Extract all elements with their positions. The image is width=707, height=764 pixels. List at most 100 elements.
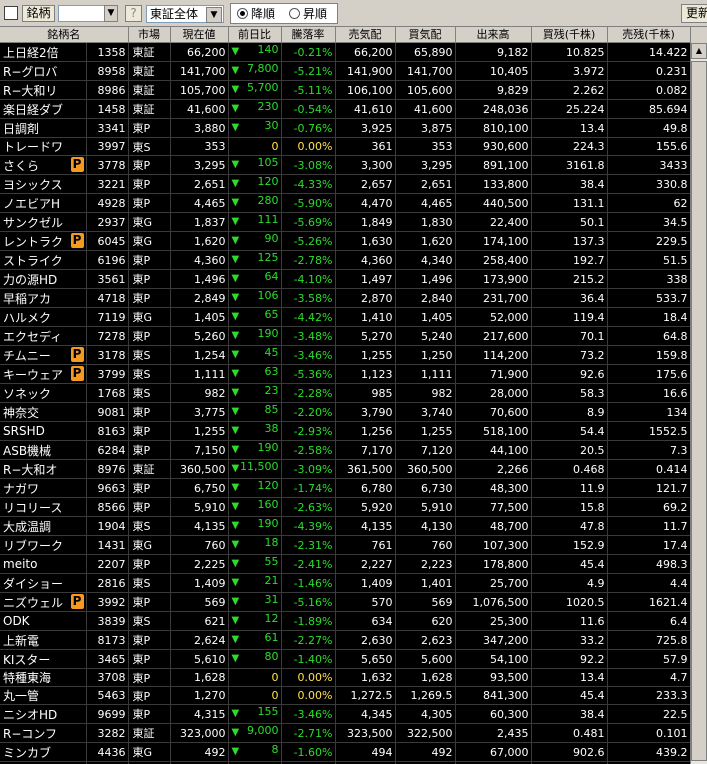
scrollbar-thumb[interactable] bbox=[691, 61, 707, 761]
stock-name-text[interactable]: meito bbox=[3, 557, 37, 571]
p-badge-icon[interactable]: P bbox=[70, 366, 84, 381]
table-row[interactable]: ストライク 6196 東P 4,360 ▼ 125 -2.78% 4,360 4,340 258,… bbox=[0, 250, 691, 270]
stock-name-text[interactable]: R−大和リ bbox=[3, 84, 57, 98]
table-row[interactable]: ODK 3839 東S 621 ▼ 12 -1.89% 634 620 25,300 11.6 6.4 bbox=[0, 611, 691, 631]
column-header[interactable]: 銘柄名 bbox=[0, 27, 129, 43]
stock-name-text[interactable]: ニズウェル bbox=[3, 596, 63, 610]
stock-name-text[interactable]: 丸一管 bbox=[3, 689, 39, 703]
help-button[interactable]: ? bbox=[125, 5, 142, 22]
table-row[interactable]: 上新電 8173 東P 2,624 ▼ 61 -2.27% 2,630 2,623 347,200… bbox=[0, 630, 691, 650]
stock-name-text[interactable]: 大成温調 bbox=[3, 520, 51, 534]
column-header[interactable]: 市場 bbox=[128, 27, 171, 43]
chevron-down-icon[interactable]: ▼ bbox=[206, 7, 222, 23]
stock-name-text[interactable]: チムニー bbox=[3, 349, 51, 363]
table-row[interactable]: R−グロバ 8958 東証 141,700 ▼ 7,800 -5.21% 141,900 141… bbox=[0, 61, 691, 81]
table-row[interactable]: キーウェア P 3799 東S 1,111 ▼ 63 -5.36% 1,123 1,111 71,9… bbox=[0, 364, 691, 384]
stock-name-text[interactable]: サンクゼル bbox=[3, 216, 63, 230]
table-row[interactable]: 神奈交 9081 東P 3,775 ▼ 85 -2.20% 3,790 3,740 70,600 8… bbox=[0, 402, 691, 422]
column-header[interactable]: 前日比 bbox=[228, 27, 282, 43]
table-row[interactable]: ナガワ 9663 東P 6,750 ▼ 120 -1.74% 6,780 6,730 48,300… bbox=[0, 478, 691, 498]
stock-name-text[interactable]: トレードワ bbox=[3, 140, 63, 154]
p-badge-icon[interactable]: P bbox=[70, 233, 84, 248]
table-row[interactable]: 上日経2倍 1358 東証 66,200 ▼ 140 -0.21% 66,200 65,890 9… bbox=[0, 42, 691, 62]
table-row[interactable]: 丸一管 5463 東P 1,270 0 0.00% 1,272.5 1,269.5 841,30… bbox=[0, 686, 691, 705]
table-row[interactable]: R−大和リ 8986 東証 105,700 ▼ 5,700 -5.11% 106,100 105… bbox=[0, 80, 691, 100]
stock-name-text[interactable]: ハルメク bbox=[3, 311, 51, 325]
p-badge-icon[interactable]: P bbox=[70, 347, 84, 362]
column-header[interactable]: 買残(千株) bbox=[531, 27, 608, 43]
table-row[interactable]: ニシオHD 9699 東P 4,315 ▼ 155 -3.46% 4,345 4,305 60,3… bbox=[0, 704, 691, 724]
stock-name-text[interactable]: R−グロバ bbox=[3, 65, 57, 79]
brand-label-button[interactable]: 銘柄 bbox=[22, 5, 55, 22]
stock-name-text[interactable]: ダイショー bbox=[3, 577, 63, 591]
table-row[interactable]: サンクゼル 2937 東G 1,837 ▼ 111 -5.69% 1,849 1,830 22,4… bbox=[0, 212, 691, 232]
table-row[interactable]: R−大和オ 8976 東証 360,500 ▼ 11,500 -3.09% 361,500 36… bbox=[0, 459, 691, 479]
table-row[interactable]: 日調剤 3341 東P 3,880 ▼ 30 -0.76% 3,925 3,875 810,100… bbox=[0, 118, 691, 138]
stock-name-text[interactable]: エクセディ bbox=[3, 330, 62, 344]
table-row[interactable]: 早稲アカ 4718 東P 2,849 ▼ 106 -3.58% 2,870 2,840 231,7… bbox=[0, 288, 691, 308]
stock-name-text[interactable]: ソネック bbox=[3, 387, 51, 401]
stock-name-text[interactable]: R−コンフ bbox=[3, 727, 57, 741]
table-row[interactable]: ハルメク 7119 東G 1,405 ▼ 65 -4.42% 1,410 1,405 52,000… bbox=[0, 307, 691, 327]
stock-name-text[interactable]: ODK bbox=[3, 614, 30, 628]
stock-name-text[interactable]: ニシオHD bbox=[3, 708, 57, 722]
stock-name-text[interactable]: ヨシックス bbox=[3, 178, 63, 192]
table-row[interactable]: チムニー P 3178 東S 1,254 ▼ 45 -3.46% 1,255 1,250 114,2… bbox=[0, 345, 691, 365]
stock-name-text[interactable]: KIスター bbox=[3, 653, 50, 667]
refresh-button[interactable]: 更新 bbox=[681, 4, 707, 23]
table-row[interactable]: ミンカブ 4436 東G 492 ▼ 8 -1.60% 494 492 67,000 902.6 43… bbox=[0, 742, 691, 762]
market-select[interactable]: 東証全体 ▼ bbox=[146, 5, 224, 23]
table-row[interactable]: ダイショー 2816 東S 1,409 ▼ 21 -1.46% 1,409 1,401 25,70… bbox=[0, 573, 691, 593]
column-header[interactable]: 騰落率 bbox=[281, 27, 336, 43]
stock-name-text[interactable]: R−大和オ bbox=[3, 463, 57, 477]
p-badge-icon[interactable]: P bbox=[70, 157, 84, 172]
table-row[interactable]: SRSHD 8163 東P 1,255 ▼ 38 -2.93% 1,256 1,255 518,1… bbox=[0, 421, 691, 441]
stock-name-text[interactable]: ナガワ bbox=[3, 482, 39, 496]
table-row[interactable]: ヨシックス 3221 東P 2,651 ▼ 120 -4.33% 2,657 2,651 133,… bbox=[0, 174, 691, 194]
stock-name-text[interactable]: 楽日経ダブ bbox=[3, 103, 63, 117]
table-row[interactable]: リコリース 8566 東P 5,910 ▼ 160 -2.63% 5,920 5,910 77,5… bbox=[0, 497, 691, 517]
table-row[interactable]: さくら P 3778 東P 3,295 ▼ 105 -3.08% 3,300 3,295 891,1… bbox=[0, 155, 691, 175]
table-row[interactable]: エクセディ 7278 東P 5,260 ▼ 190 -3.48% 5,270 5,240 217,… bbox=[0, 326, 691, 346]
stock-name-text[interactable]: ASB機械 bbox=[3, 444, 51, 458]
stock-name-text[interactable]: 早稲アカ bbox=[3, 292, 51, 306]
table-row[interactable]: 楽日経ダブ 1458 東証 41,600 ▼ 230 -0.54% 41,610 41,600 2… bbox=[0, 99, 691, 119]
stock-name-text[interactable]: ノエビアH bbox=[3, 197, 60, 211]
stock-name-text[interactable]: リブワーク bbox=[3, 539, 63, 553]
table-row[interactable]: KIスター 3465 東P 5,610 ▼ 80 -1.40% 5,650 5,600 54,10… bbox=[0, 649, 691, 669]
table-row[interactable]: 大成温調 1904 東S 4,135 ▼ 190 -4.39% 4,135 4,130 48,70… bbox=[0, 516, 691, 536]
table-row[interactable]: ソネック 1768 東S 982 ▼ 23 -2.28% 985 982 28,000 58.3 16… bbox=[0, 383, 691, 403]
table-row[interactable]: トレードワ 3997 東S 353 0 0.00% 361 353 930,600 224.3 15… bbox=[0, 137, 691, 156]
table-row[interactable]: ニズウェル P 3992 東P 569 ▼ 31 -5.16% 570 569 1,076,500 1… bbox=[0, 592, 691, 612]
table-row[interactable]: ASB機械 6284 東P 7,150 ▼ 190 -2.58% 7,170 7,120 44,1… bbox=[0, 440, 691, 460]
sort-desc-radio[interactable]: 降順 bbox=[237, 7, 275, 21]
stock-name-text[interactable]: 上日経2倍 bbox=[3, 46, 59, 60]
stock-name-text[interactable]: 力の源HD bbox=[3, 273, 57, 287]
stock-name-text[interactable]: さくら bbox=[3, 159, 39, 173]
column-header[interactable]: 売気配 bbox=[335, 27, 396, 43]
stock-name-text[interactable]: 特種東海 bbox=[3, 671, 51, 685]
stock-name-text[interactable]: 神奈交 bbox=[3, 406, 39, 420]
chevron-down-icon[interactable]: ▼ bbox=[104, 5, 118, 22]
table-row[interactable]: レントラク P 6045 東G 1,620 ▼ 90 -5.26% 1,630 1,620 174,… bbox=[0, 231, 691, 251]
stock-name-text[interactable]: 日調剤 bbox=[3, 122, 39, 136]
stock-name-text[interactable]: キーウェア bbox=[3, 368, 63, 382]
vertical-scrollbar[interactable]: ▲ bbox=[690, 27, 707, 764]
column-header[interactable]: 売残(千株) bbox=[607, 27, 691, 43]
stock-name-text[interactable]: SRSHD bbox=[3, 424, 45, 438]
table-row[interactable]: リブワーク 1431 東G 760 ▼ 18 -2.31% 761 760 107,300 152.… bbox=[0, 535, 691, 555]
table-row[interactable]: meito 2207 東P 2,225 ▼ 55 -2.41% 2,227 2,223 178,8… bbox=[0, 554, 691, 574]
stock-name-text[interactable]: ストライク bbox=[3, 254, 63, 268]
column-header[interactable]: 出来高 bbox=[455, 27, 532, 43]
table-row[interactable]: ノエビアH 4928 東P 4,465 ▼ 280 -5.90% 4,470 4,465 440,… bbox=[0, 193, 691, 213]
select-checkbox[interactable] bbox=[4, 6, 18, 20]
column-header[interactable]: 買気配 bbox=[395, 27, 456, 43]
column-header[interactable]: 現在値 bbox=[170, 27, 229, 43]
table-row[interactable]: 力の源HD 3561 東P 1,496 ▼ 64 -4.10% 1,497 1,496 173,9… bbox=[0, 269, 691, 289]
sort-asc-radio[interactable]: 昇順 bbox=[289, 7, 327, 21]
stock-name-text[interactable]: レントラク bbox=[3, 235, 63, 249]
table-row[interactable]: 特種東海 3708 東P 1,628 0 0.00% 1,632 1,628 93,500 13.… bbox=[0, 668, 691, 687]
stock-name-text[interactable]: 上新電 bbox=[3, 634, 39, 648]
table-row[interactable]: R−コンフ 3282 東証 323,000 ▼ 9,000 -2.71% 323,500 322… bbox=[0, 723, 691, 743]
p-badge-icon[interactable]: P bbox=[70, 594, 84, 609]
